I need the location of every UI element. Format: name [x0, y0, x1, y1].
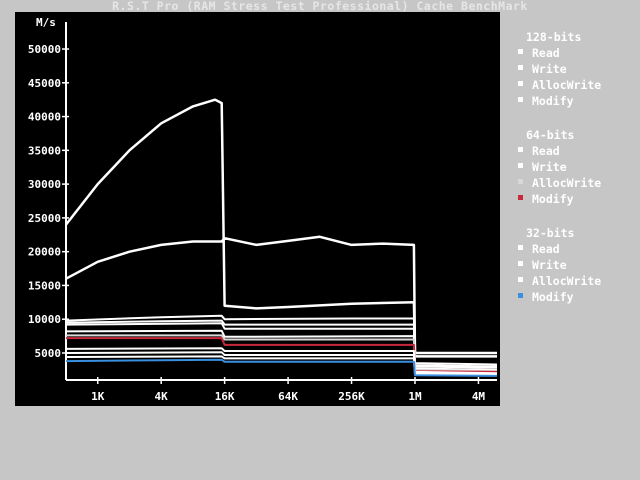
y-tick-label: 15000: [28, 279, 61, 292]
y-tick-label: 10000: [28, 313, 61, 326]
cache-benchmark-chart: M/s 5000 10000 15000 20000 25000 30000 35000 400…: [28, 16, 601, 403]
legend-swatch: [518, 277, 523, 282]
x-tick-label: 4M: [472, 390, 486, 403]
x-tick-label: 16K: [215, 390, 235, 403]
legend-swatch: [518, 195, 523, 200]
y-tick-label: 20000: [28, 246, 61, 259]
legend-entry: Write: [532, 62, 567, 76]
y-tick-label: 40000: [28, 111, 61, 124]
legend-swatch: [518, 163, 523, 168]
legend-entry: Write: [532, 258, 567, 272]
legend-swatch: [518, 245, 523, 250]
legend-entry: Read: [532, 46, 560, 60]
x-tick-label: 64K: [278, 390, 298, 403]
chart-legend: 128-bits Read Write AllocWrite Modify 64-bits…: [518, 30, 601, 304]
legend-swatch: [518, 293, 523, 298]
legend-entry: AllocWrite: [532, 274, 601, 288]
y-tick-label: 25000: [28, 212, 61, 225]
y-tick-label: 50000: [28, 43, 61, 56]
y-tick-label: 5000: [35, 347, 62, 360]
legend-entry: Modify: [532, 290, 574, 304]
x-tick-label: 1M: [408, 390, 422, 403]
legend-group-heading: 128-bits: [526, 30, 581, 44]
series-line-128bits-read: [65, 98, 497, 355]
legend-entry: Read: [532, 242, 560, 256]
legend-group-heading: 64-bits: [526, 128, 574, 142]
y-tick-label: 35000: [28, 144, 61, 157]
y-tick-label: 30000: [28, 178, 61, 191]
legend-swatch: [518, 261, 523, 266]
legend-entry: Write: [532, 160, 567, 174]
legend-swatch: [518, 81, 523, 86]
legend-entry: AllocWrite: [532, 176, 601, 190]
legend-swatch: [518, 49, 523, 54]
legend-swatch: [518, 65, 523, 70]
legend-swatch: [518, 179, 523, 184]
x-tick-label: 4K: [155, 390, 169, 403]
series-layer: [65, 98, 498, 377]
legend-entry: AllocWrite: [532, 78, 601, 92]
legend-entry: Modify: [532, 94, 574, 108]
legend-entry: Modify: [532, 192, 574, 206]
benchmark-screen: R.S.T Pro (RAM Stress Test Professional)…: [0, 0, 640, 480]
x-tick-label: 256K: [338, 390, 365, 403]
legend-entry: Read: [532, 144, 560, 158]
legend-swatch: [518, 97, 523, 102]
y-tick-label: 45000: [28, 77, 61, 90]
x-tick-label: 1K: [91, 390, 105, 403]
legend-group-heading: 32-bits: [526, 226, 574, 240]
legend-swatch: [518, 147, 523, 152]
y-axis-unit-label: M/s: [36, 16, 56, 29]
